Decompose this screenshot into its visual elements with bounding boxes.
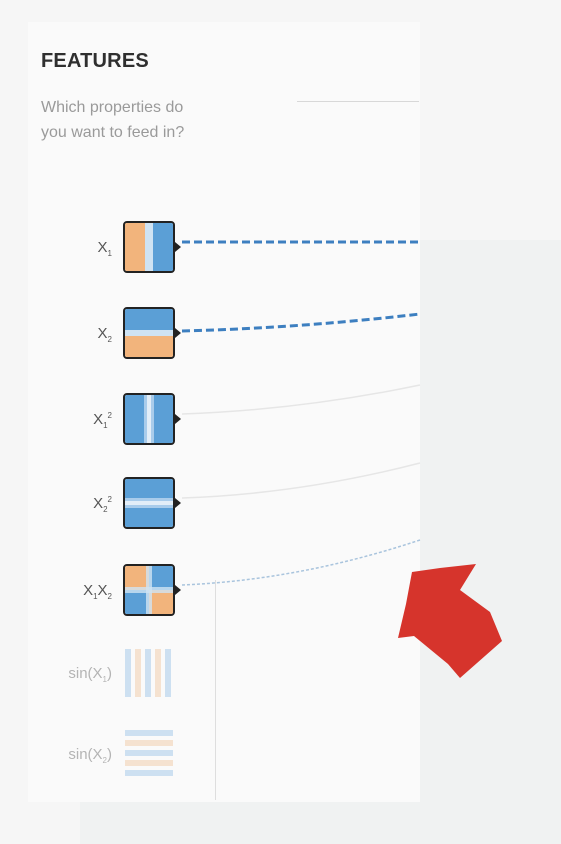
feature-x1-squared[interactable]: X12 (0, 393, 200, 449)
features-subtitle: Which properties do you want to feed in? (41, 99, 185, 141)
feature-tile-x2[interactable] (123, 307, 175, 359)
feature-label: X22 (93, 495, 112, 514)
feature-sin-x1[interactable]: sin(X1) (0, 647, 200, 703)
feature-label: X1 (97, 239, 112, 258)
feature-label: X1X2 (83, 582, 112, 601)
feature-x1x2[interactable]: X1X2 (0, 564, 200, 620)
feature-label: X12 (93, 411, 112, 430)
feature-sin-x2[interactable]: sin(X2) (0, 728, 200, 784)
feature-tile-sin-x1[interactable] (123, 647, 175, 699)
feature-x2[interactable]: X2 (0, 307, 200, 363)
feature-tile-x1x2[interactable] (123, 564, 175, 616)
connector-handle[interactable] (175, 585, 181, 595)
feature-x1[interactable]: X1 (0, 221, 200, 277)
connector-handle[interactable] (175, 498, 181, 508)
feature-tile-sin-x2[interactable] (123, 728, 175, 780)
header-divider (297, 101, 419, 102)
connector-handle[interactable] (175, 328, 181, 338)
feature-tile-x1[interactable] (123, 221, 175, 273)
connector-handle[interactable] (175, 414, 181, 424)
feature-tile-x2-squared[interactable] (123, 477, 175, 529)
column-divider (215, 580, 216, 800)
bottom-area (80, 802, 561, 844)
feature-label: sin(X2) (68, 746, 112, 765)
feature-label: X2 (97, 325, 112, 344)
network-area (420, 240, 561, 844)
feature-x2-squared[interactable]: X22 (0, 477, 200, 533)
feature-label: sin(X1) (68, 665, 112, 684)
feature-tile-x1-squared[interactable] (123, 393, 175, 445)
features-title: FEATURES (41, 50, 149, 72)
connector-handle[interactable] (175, 242, 181, 252)
